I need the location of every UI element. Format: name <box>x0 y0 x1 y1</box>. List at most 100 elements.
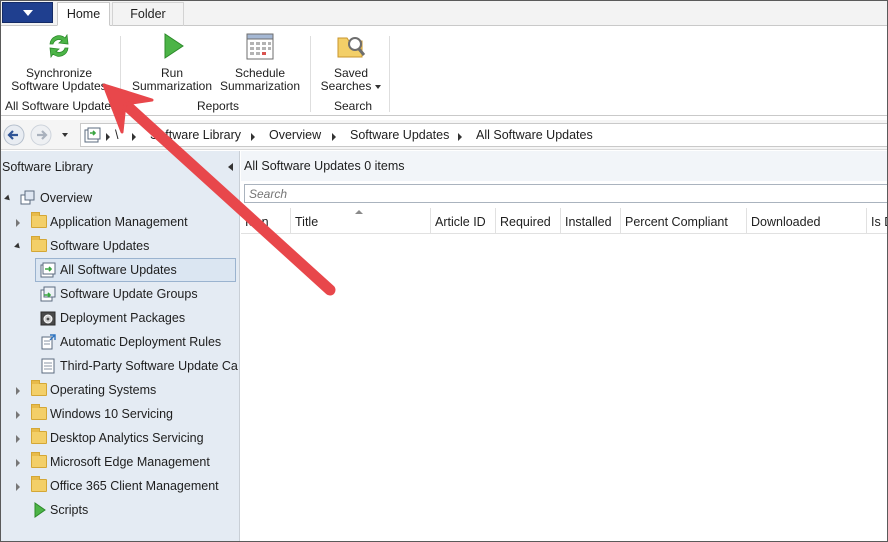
tree-label: Automatic Deployment Rules <box>60 335 222 349</box>
tree-item-office-365-client-management[interactable]: Office 365 Client Management <box>0 475 238 497</box>
breadcrumb-separator-icon <box>251 133 255 141</box>
script-play-icon <box>34 502 46 518</box>
column-installed[interactable]: Installed <box>561 208 621 234</box>
tree-label: Third-Party Software Update Catalogs <box>60 359 238 373</box>
ribbon-divider <box>389 36 390 112</box>
column-percent-compliant[interactable]: Percent Compliant <box>621 208 747 234</box>
nav-pane-title: Software Library <box>2 160 94 174</box>
sync-label-line1: Synchronize <box>25 66 93 80</box>
tree-label: Software Update Groups <box>60 287 198 301</box>
ribbon-tab-bar: Home Folder <box>0 0 888 26</box>
tree-item-windows-10-servicing[interactable]: Windows 10 Servicing <box>0 403 238 425</box>
update-group-icon <box>40 286 56 302</box>
ribbon: Synchronize Software Updates All Softwar… <box>0 26 888 116</box>
breadcrumb-root[interactable]: \ <box>115 128 118 142</box>
tree-item-overview[interactable]: Overview <box>0 187 238 209</box>
ribbon-divider <box>310 36 311 112</box>
run-summarization-button[interactable]: Run Summarization <box>130 30 214 93</box>
breadcrumb-software-library[interactable]: Software Library <box>150 128 241 142</box>
forward-arrow-icon[interactable] <box>30 124 52 146</box>
sync-icon <box>49 33 69 59</box>
saved-searches-button[interactable]: Saved Searches <box>318 30 384 93</box>
tab-home[interactable]: Home <box>57 2 110 26</box>
breadcrumb-separator-icon <box>458 133 462 141</box>
address-bar: \ Software Library Overview Software Upd… <box>0 120 888 150</box>
folder-icon <box>31 452 47 468</box>
caret-down-icon <box>23 10 33 16</box>
tree-label: Overview <box>40 191 93 205</box>
breadcrumb-separator-icon <box>332 133 336 141</box>
collapse-pane-icon[interactable] <box>228 163 233 171</box>
tree-label: Microsoft Edge Management <box>50 455 210 469</box>
column-required[interactable]: Required <box>496 208 561 234</box>
folder-icon <box>31 212 47 228</box>
dropdown-caret-icon <box>375 84 382 89</box>
column-downloaded[interactable]: Downloaded <box>747 208 867 234</box>
app-menu-button[interactable] <box>2 2 53 23</box>
group-label-search: Search <box>334 99 373 113</box>
tree-item-scripts[interactable]: Scripts <box>0 499 238 521</box>
schedule-summarization-button[interactable]: Schedule Summarization <box>218 30 302 93</box>
tree-item-deployment-packages[interactable]: Deployment Packages <box>0 307 238 329</box>
calendar-icon <box>246 33 274 60</box>
catalog-icon <box>41 358 55 374</box>
tree-item-operating-systems[interactable]: Operating Systems <box>0 379 238 401</box>
software-updates-icon <box>40 262 56 278</box>
tree-item-automatic-deployment-rules[interactable]: Automatic Deployment Rules <box>0 331 238 353</box>
tree-item-microsoft-edge-management[interactable]: Microsoft Edge Management <box>0 451 238 473</box>
folder-icon <box>31 404 47 420</box>
breadcrumb-software-updates[interactable]: Software Updates <box>350 128 449 142</box>
folder-search-icon <box>337 37 366 58</box>
column-icon[interactable]: Icon <box>241 208 291 234</box>
tree-label: Windows 10 Servicing <box>50 407 173 421</box>
expand-icon <box>16 483 20 491</box>
folder-icon <box>31 428 47 444</box>
overview-icon <box>20 190 35 205</box>
tree-label: All Software Updates <box>60 263 177 277</box>
column-article-id[interactable]: Article ID <box>431 208 496 234</box>
tree-label: Deployment Packages <box>60 311 186 325</box>
deployment-rule-icon <box>41 334 56 350</box>
column-is-deployed[interactable]: Is Deployed <box>867 208 888 234</box>
breadcrumb-separator-icon <box>106 133 110 141</box>
folder-icon <box>31 380 47 396</box>
tree-item-software-updates[interactable]: Software Updates <box>0 235 238 257</box>
search-input[interactable] <box>244 184 888 203</box>
sync-label-line2: Software Updates <box>11 79 107 93</box>
folder-icon <box>31 476 47 492</box>
tree-item-software-update-groups[interactable]: Software Update Groups <box>0 283 238 305</box>
expand-icon <box>16 459 20 467</box>
column-title[interactable]: Title <box>291 208 431 234</box>
back-arrow-icon[interactable] <box>3 124 25 146</box>
results-title: All Software Updates 0 items <box>244 159 405 173</box>
saved-label-line1: Saved <box>333 66 369 80</box>
console-node-icon <box>84 127 101 143</box>
breadcrumb-overview[interactable]: Overview <box>269 128 321 142</box>
tree-item-all-software-updates[interactable]: All Software Updates <box>0 259 238 281</box>
deployment-package-icon <box>40 311 56 326</box>
history-dropdown-icon[interactable] <box>62 133 68 137</box>
results-header: All Software Updates 0 items <box>241 151 888 181</box>
tab-folder[interactable]: Folder <box>112 2 184 26</box>
play-icon <box>164 33 184 59</box>
tree-label: Operating Systems <box>50 383 157 397</box>
results-pane: All Software Updates 0 items Icon Title … <box>241 151 888 542</box>
breadcrumb-separator-icon <box>132 133 136 141</box>
run-label-line2: Summarization <box>131 79 213 93</box>
tree-item-third-party-catalogs[interactable]: Third-Party Software Update Catalogs <box>0 355 238 377</box>
schedule-label-line1: Schedule <box>234 66 286 80</box>
tree-item-desktop-analytics-servicing[interactable]: Desktop Analytics Servicing <box>0 427 238 449</box>
tree-item-application-management[interactable]: Application Management <box>0 211 238 233</box>
grid-header: Icon Title Article ID Required Installed… <box>241 208 888 234</box>
tree-label: Office 365 Client Management <box>50 479 219 493</box>
expanded-icon <box>14 242 22 251</box>
synchronize-software-updates-button[interactable]: Synchronize Software Updates <box>8 30 110 93</box>
group-label-reports: Reports <box>197 99 240 113</box>
saved-label-line2: Searches <box>320 79 372 93</box>
tree-label: Scripts <box>50 503 89 517</box>
tree-label: Desktop Analytics Servicing <box>50 431 204 445</box>
navigation-pane: Software Library Overview Application Ma… <box>0 151 240 542</box>
expand-icon <box>16 435 20 443</box>
breadcrumb-all-software-updates[interactable]: All Software Updates <box>476 128 593 142</box>
expanded-icon <box>4 194 12 203</box>
